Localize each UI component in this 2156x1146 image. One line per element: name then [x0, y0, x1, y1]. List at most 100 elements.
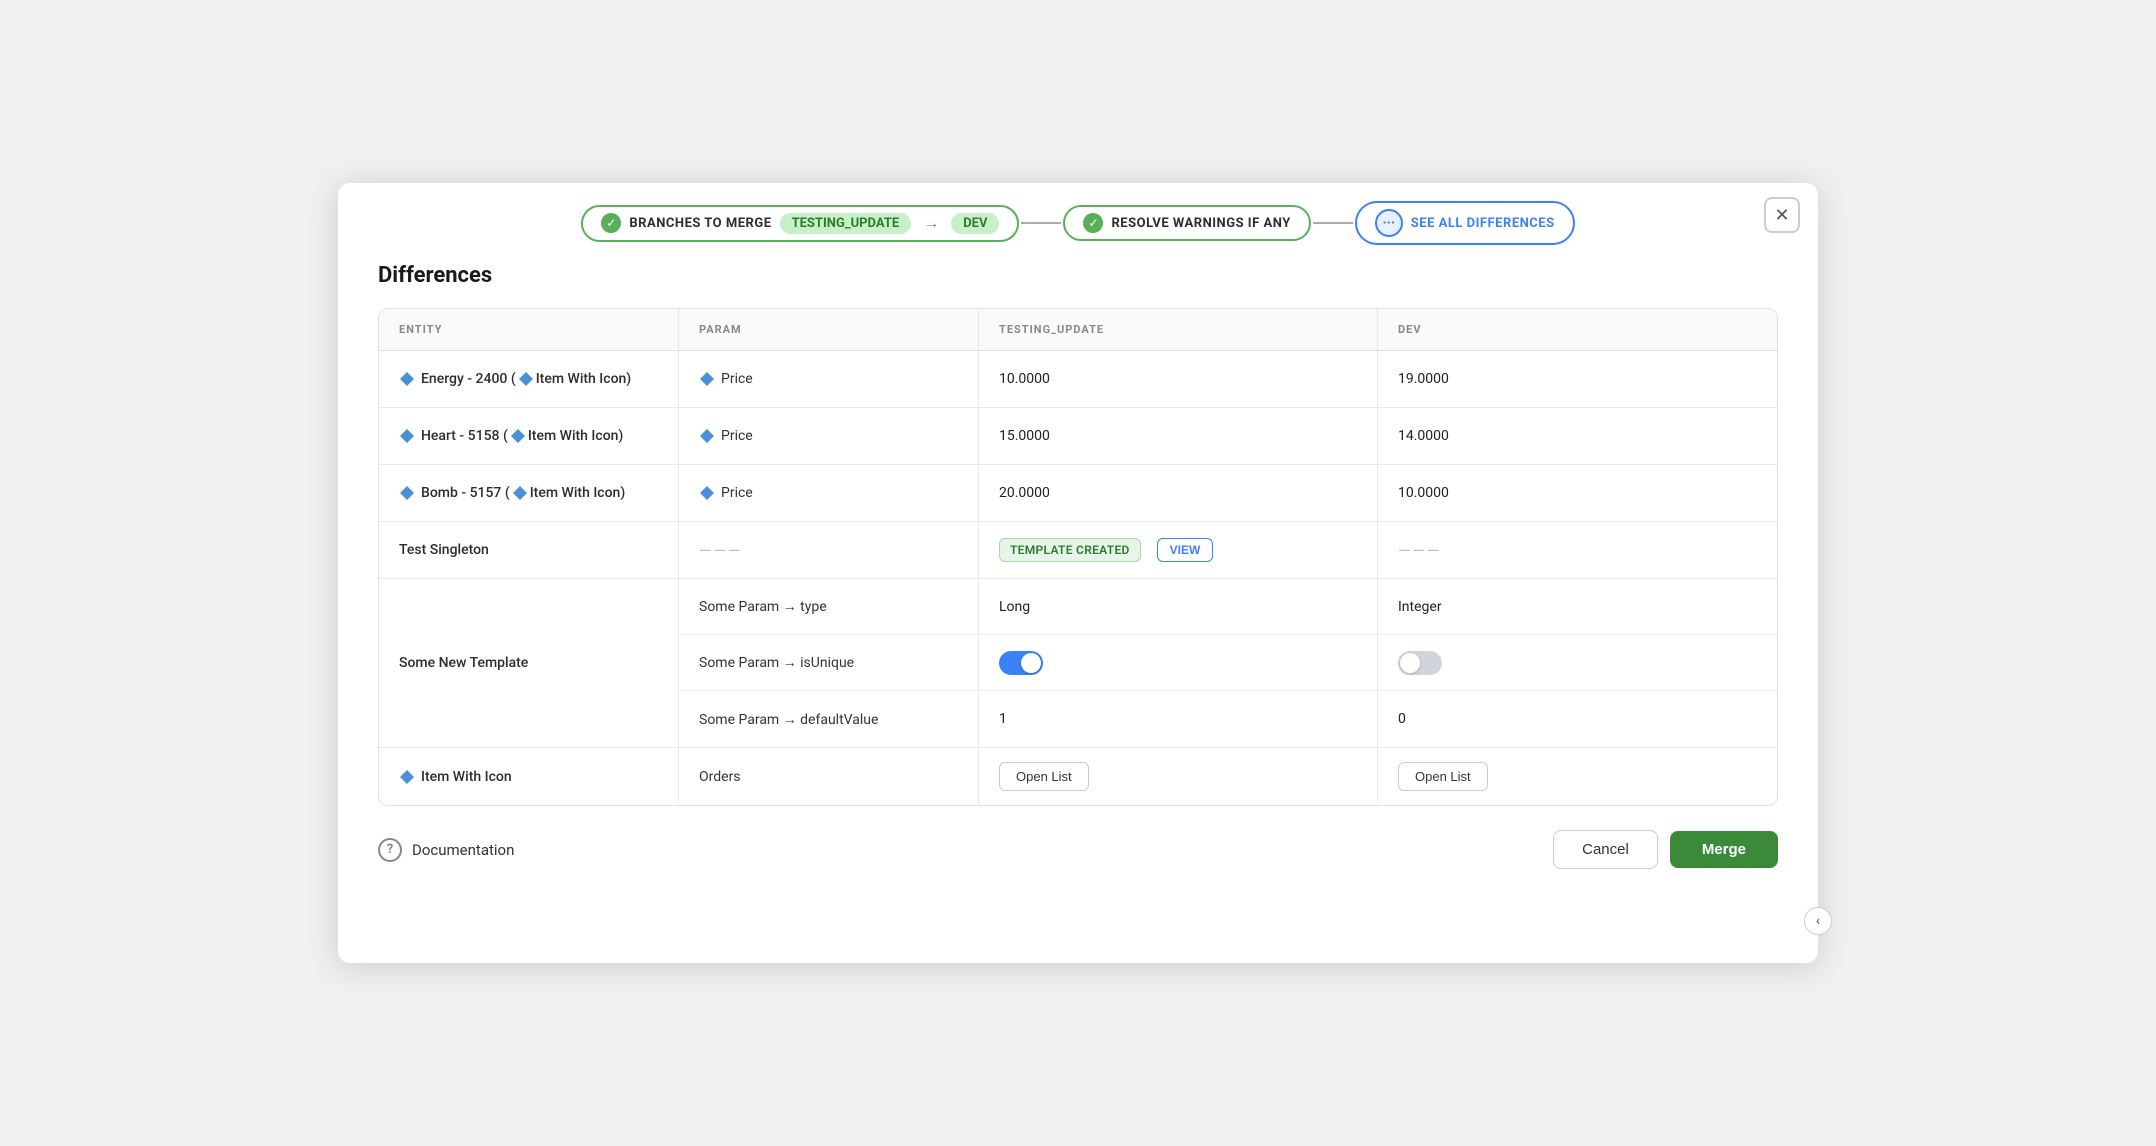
workflow-step-1: ✓ BRANCHES TO MERGE TESTING_UPDATE → DEV [581, 205, 1019, 242]
chevron-left-icon: ‹ [1816, 913, 1820, 929]
row-some-new-template: Some New Template Some Param → type Long… [379, 579, 1777, 748]
param-heart: Price [679, 408, 979, 464]
dash-placeholder-dev: ——— [1398, 541, 1441, 560]
step1-label: BRANCHES TO MERGE [629, 216, 771, 231]
value-energy-testing: 10.0000 [979, 351, 1378, 407]
entity-test-singleton: Test Singleton [379, 522, 679, 578]
branch-to: DEV [951, 213, 999, 234]
value-heart-dev: 14.0000 [1378, 408, 1777, 464]
modal-container: ✓ BRANCHES TO MERGE TESTING_UPDATE → DEV… [338, 183, 1818, 963]
row-bomb: Bomb - 5157 ( Item With Icon) Price 20.0… [379, 465, 1777, 522]
table-row: Energy - 2400 ( Item With Icon) Price 10… [379, 351, 1777, 407]
entity-heart: Heart - 5158 ( Item With Icon) [379, 408, 679, 464]
diamond-icon-inner [510, 428, 526, 444]
diamond-icon-param [699, 485, 715, 501]
value-singleton-testing: TEMPLATE CREATED VIEW [979, 522, 1378, 578]
table-row: Bomb - 5157 ( Item With Icon) Price 20.0… [379, 465, 1777, 521]
toggle-knob-off [1400, 653, 1420, 673]
view-button[interactable]: VIEW [1157, 538, 1214, 562]
merge-button[interactable]: Merge [1670, 831, 1778, 868]
param-type: Some Param → type [679, 579, 979, 634]
close-icon: ✕ [1774, 205, 1789, 226]
section-title: Differences [378, 263, 1778, 288]
table-header: ENTITY PARAM TESTING_UPDATE DEV [379, 309, 1777, 351]
param-test-singleton: ——— [679, 522, 979, 578]
param-isunique: Some Param → isUnique [679, 635, 979, 690]
col-entity: ENTITY [379, 309, 679, 350]
differences-table: ENTITY PARAM TESTING_UPDATE DEV Energy -… [378, 308, 1778, 806]
workflow-bar: ✓ BRANCHES TO MERGE TESTING_UPDATE → DEV… [338, 183, 1818, 263]
col-testing-update: TESTING_UPDATE [979, 309, 1378, 350]
compound-sub-rows: Some Param → type Long Integer Some Para… [679, 579, 1777, 747]
diamond-icon-param [699, 371, 715, 387]
open-list-button-testing[interactable]: Open List [999, 762, 1089, 791]
value-bomb-dev: 10.0000 [1378, 465, 1777, 521]
value-type-testing: Long [979, 579, 1378, 634]
documentation-label: Documentation [412, 841, 514, 859]
sub-row-type: Some Param → type Long Integer [679, 579, 1777, 635]
diamond-icon [399, 371, 415, 387]
bottom-bar: ? Documentation Cancel Merge [338, 806, 1818, 869]
dots-icon: ··· [1375, 209, 1403, 237]
close-button[interactable]: ✕ [1764, 197, 1800, 233]
open-list-button-dev[interactable]: Open List [1398, 762, 1488, 791]
row-energy: Energy - 2400 ( Item With Icon) Price 10… [379, 351, 1777, 408]
entity-item-with-icon: Item With Icon [379, 748, 679, 805]
table-row: Heart - 5158 ( Item With Icon) Price 15.… [379, 408, 1777, 464]
col-param: PARAM [679, 309, 979, 350]
connector-2 [1313, 222, 1353, 224]
value-defaultvalue-testing: 1 [979, 691, 1378, 747]
value-defaultvalue-dev: 0 [1378, 691, 1777, 747]
table-row: Test Singleton ——— TEMPLATE CREATED VIEW… [379, 522, 1777, 578]
value-orders-testing: Open List [979, 748, 1378, 805]
value-orders-dev: Open List [1378, 748, 1777, 805]
row-item-with-icon: Item With Icon Orders Open List Open Lis… [379, 748, 1777, 805]
workflow-step-3[interactable]: ··· SEE ALL DIFFERENCES [1355, 201, 1575, 245]
dash-placeholder: ——— [699, 541, 742, 560]
param-orders: Orders [679, 748, 979, 805]
workflow-step-2: ✓ RESOLVE WARNINGS IF ANY [1063, 205, 1310, 241]
template-created-badge: TEMPLATE CREATED [999, 538, 1141, 562]
check-icon-2: ✓ [1083, 213, 1103, 233]
table-row: Item With Icon Orders Open List Open Lis… [379, 748, 1777, 805]
chevron-collapse[interactable]: ‹ [1804, 907, 1832, 935]
compound-row: Some New Template Some Param → type Long… [379, 579, 1777, 747]
documentation-link[interactable]: ? Documentation [378, 838, 514, 862]
sub-row-isunique: Some Param → isUnique [679, 635, 1777, 691]
value-bomb-testing: 20.0000 [979, 465, 1378, 521]
branch-from: TESTING_UPDATE [780, 213, 912, 234]
step2-label: RESOLVE WARNINGS IF ANY [1111, 216, 1290, 231]
check-icon-1: ✓ [601, 213, 621, 233]
sub-row-defaultvalue: Some Param → defaultValue 1 0 [679, 691, 1777, 747]
row-heart: Heart - 5158 ( Item With Icon) Price 15.… [379, 408, 1777, 465]
value-isunique-dev [1378, 635, 1777, 690]
value-heart-testing: 15.0000 [979, 408, 1378, 464]
diamond-icon-inner [512, 485, 528, 501]
param-defaultvalue: Some Param → defaultValue [679, 691, 979, 747]
entity-energy: Energy - 2400 ( Item With Icon) [379, 351, 679, 407]
param-bomb: Price [679, 465, 979, 521]
main-content: Differences ENTITY PARAM TESTING_UPDATE … [338, 263, 1818, 806]
toggle-on[interactable] [999, 651, 1043, 675]
diamond-icon-param [699, 428, 715, 444]
branch-arrow: → [923, 213, 939, 233]
toggle-off[interactable] [1398, 651, 1442, 675]
value-type-dev: Integer [1378, 579, 1777, 634]
entity-some-new-template: Some New Template [379, 579, 679, 747]
value-singleton-dev: ——— [1378, 522, 1777, 578]
col-dev: DEV [1378, 309, 1777, 350]
connector-1 [1021, 222, 1061, 224]
diamond-icon-inner [518, 371, 534, 387]
row-test-singleton: Test Singleton ——— TEMPLATE CREATED VIEW… [379, 522, 1777, 579]
param-energy: Price [679, 351, 979, 407]
value-energy-dev: 19.0000 [1378, 351, 1777, 407]
bottom-actions: Cancel Merge [1553, 830, 1778, 869]
diamond-icon [399, 428, 415, 444]
entity-bomb: Bomb - 5157 ( Item With Icon) [379, 465, 679, 521]
cancel-button[interactable]: Cancel [1553, 830, 1658, 869]
toggle-knob [1021, 653, 1041, 673]
diamond-icon [399, 485, 415, 501]
question-icon: ? [378, 838, 402, 862]
value-isunique-testing [979, 635, 1378, 690]
step3-label: SEE ALL DIFFERENCES [1411, 216, 1555, 231]
